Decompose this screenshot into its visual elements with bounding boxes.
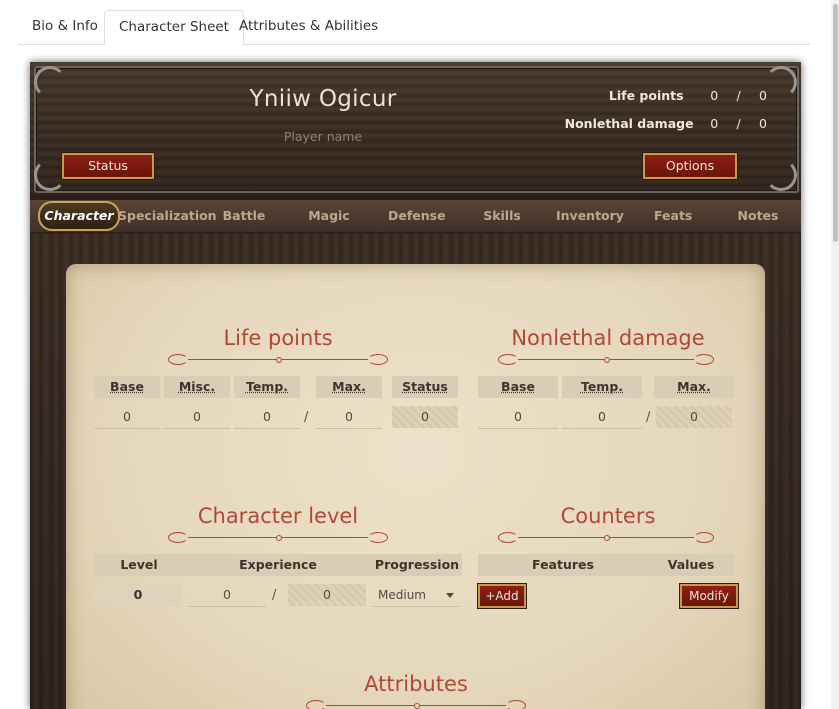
cl-header-level: Level — [94, 554, 184, 576]
nl-separator: / — [646, 410, 651, 425]
corner-ornament-icon — [34, 66, 66, 98]
nav-notes[interactable]: Notes — [736, 200, 780, 232]
character-sheet: Yniiw Ogicur Player name Life points 0 /… — [30, 62, 801, 709]
nonlethal-separator: / — [736, 116, 741, 131]
player-name-field[interactable]: Player name — [200, 129, 446, 144]
sheet-header: Yniiw Ogicur Player name Life points 0 /… — [30, 62, 801, 195]
page-tabs: Bio & Info Character Sheet Attributes & … — [18, 10, 810, 46]
nl-base-input[interactable]: 0 — [478, 406, 558, 429]
nl-header-base: Base — [478, 376, 558, 398]
progression-value: Medium — [378, 588, 426, 602]
counters-header-values: Values — [648, 554, 734, 576]
cl-header-progression: Progression — [372, 554, 462, 576]
nl-header-max: Max. — [654, 376, 734, 398]
corner-ornament-icon — [765, 159, 797, 191]
nl-header-temp: Temp. — [562, 376, 642, 398]
nonlethal-current: 0 — [710, 116, 719, 131]
life-points-separator: / — [736, 88, 741, 103]
status-button[interactable]: Status — [62, 153, 154, 179]
progression-select[interactable]: Medium — [372, 584, 460, 607]
life-points-label: Life points — [608, 88, 684, 103]
lp-header-temp: Temp. — [234, 376, 300, 398]
lp-header-status: Status — [392, 376, 458, 398]
parchment-panel: Life points Base Misc. Temp. Max. Status… — [66, 264, 765, 709]
nonlethal-title: Nonlethal damage — [511, 326, 705, 350]
cl-level-value: 0 — [94, 584, 182, 606]
attributes-title: Attributes — [364, 672, 468, 696]
lp-base-input[interactable]: 0 — [94, 406, 160, 429]
flourish-divider — [498, 532, 714, 543]
lp-header-base: Base — [94, 376, 160, 398]
nav-battle[interactable]: Battle — [218, 200, 270, 232]
character-name[interactable]: Yniiw Ogicur — [200, 86, 446, 112]
vertical-scrollbar[interactable] — [831, 0, 839, 709]
nav-feats[interactable]: Feats — [654, 200, 692, 232]
flourish-divider — [306, 700, 526, 709]
nonlethal-label: Nonlethal damage — [564, 116, 694, 131]
scrollbar-thumb[interactable] — [833, 4, 838, 242]
nonlethal-max: 0 — [759, 116, 767, 131]
character-level-title: Character level — [197, 504, 359, 528]
lp-header-max: Max. — [316, 376, 382, 398]
flourish-divider — [498, 354, 714, 365]
cl-header-experience: Experience — [184, 554, 372, 576]
counters-header-features: Features — [478, 554, 648, 576]
nl-temp-input[interactable]: 0 — [562, 406, 642, 429]
cl-experience-input[interactable]: 0 — [188, 584, 266, 607]
caret-down-icon — [446, 593, 454, 598]
options-button[interactable]: Options — [643, 153, 737, 179]
flourish-divider — [168, 354, 388, 365]
counters-title: Counters — [560, 504, 656, 528]
lp-separator: / — [304, 410, 309, 425]
lp-header-misc: Misc. — [164, 376, 230, 398]
cl-experience-max: 0 — [288, 584, 366, 606]
nav-character[interactable]: Character — [38, 201, 120, 231]
cl-separator: / — [272, 588, 277, 603]
lp-max-input[interactable]: 0 — [316, 406, 382, 429]
nav-defense[interactable]: Defense — [388, 200, 446, 232]
lp-misc-input[interactable]: 0 — [164, 406, 230, 429]
tab-character-sheet[interactable]: Character Sheet — [104, 10, 244, 46]
life-points-title: Life points — [223, 326, 333, 350]
modify-counters-button[interactable]: Modify — [680, 584, 738, 608]
sheet-nav: Character Specialization Battle Magic De… — [30, 198, 801, 234]
flourish-divider — [168, 532, 388, 543]
nl-max-value: 0 — [656, 406, 732, 428]
nav-inventory[interactable]: Inventory — [556, 200, 624, 232]
nav-skills[interactable]: Skills — [480, 200, 524, 232]
life-points-current: 0 — [710, 88, 719, 103]
nonlethal-summary: Nonlethal damage 0 / 0 — [565, 116, 771, 131]
nav-specialization[interactable]: Specialization — [118, 200, 217, 232]
sheet-body: Life points Base Misc. Temp. Max. Status… — [30, 234, 801, 709]
lp-status-value: 0 — [392, 406, 458, 428]
add-counter-button[interactable]: +Add — [478, 584, 526, 608]
life-points-summary: Life points 0 / 0 — [609, 88, 771, 103]
life-points-max: 0 — [759, 88, 767, 103]
tab-bio-info[interactable]: Bio & Info — [18, 10, 112, 43]
lp-temp-input[interactable]: 0 — [234, 406, 300, 429]
tab-attributes-abilities[interactable]: Attributes & Abilities — [225, 10, 392, 43]
nav-magic[interactable]: Magic — [306, 200, 352, 232]
